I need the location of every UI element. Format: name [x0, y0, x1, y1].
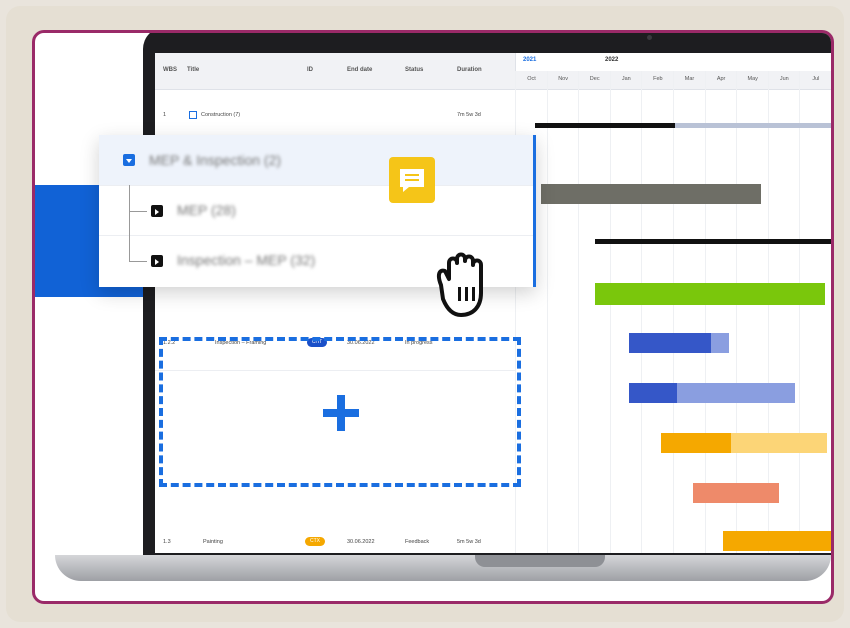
gantt-chart: 2021 2022 Oct Nov Dec Jan Feb Mar Apr May Jun Jul [515, 53, 831, 553]
summary-bar[interactable] [595, 239, 831, 244]
header-end-date[interactable]: End date [347, 67, 372, 73]
popup-row-parent[interactable]: MEP & Inspection (2) [99, 135, 533, 186]
summary-bar-remaining[interactable] [675, 123, 831, 128]
month-label: Oct [527, 76, 536, 82]
popup-row-label: Inspection – MEP (32) [177, 252, 316, 268]
task-bar-blue[interactable] [629, 383, 677, 403]
row-duration: 5m 5w 3d [457, 539, 481, 545]
plus-icon[interactable] [321, 393, 361, 433]
row-duration: 7m 5w 3d [457, 112, 481, 118]
month-column: Mar [673, 71, 705, 553]
gantt-year-header: 2021 2022 [515, 53, 831, 72]
task-bar-green[interactable] [595, 283, 825, 305]
hand-cursor-icon [436, 252, 483, 317]
month-label: Apr [716, 76, 726, 82]
expand-chevron-icon[interactable] [151, 255, 163, 267]
month-label: Jan [621, 76, 631, 82]
laptop-base [55, 555, 831, 581]
tree-connector [129, 211, 147, 212]
month-label: Jul [812, 76, 820, 82]
popup-row-label: MEP (28) [177, 202, 236, 218]
month-label: Feb [653, 76, 663, 82]
month-column: Nov [546, 71, 579, 553]
year-label: 2022 [605, 57, 619, 63]
task-bar-orange[interactable] [723, 531, 831, 551]
task-bar-blue[interactable] [629, 333, 711, 353]
task-bar-blue-remaining[interactable] [711, 333, 729, 353]
header-title[interactable]: Title [187, 67, 199, 73]
month-label: Mar [684, 76, 695, 82]
task-bar-gray[interactable] [541, 184, 761, 204]
year-label: 2021 [523, 57, 537, 63]
month-column: Apr [704, 71, 737, 553]
row-status: Feedback [405, 539, 430, 545]
task-bar-salmon[interactable] [693, 483, 779, 503]
table-row[interactable]: 1.3 Painting CTX 30.06.2022 Feedback 5m … [155, 517, 515, 553]
month-column: Feb [641, 71, 673, 553]
task-bar-blue-remaining[interactable] [677, 383, 795, 403]
popup-row-child[interactable]: MEP (28) [99, 185, 533, 261]
status-badge: CTX [305, 537, 325, 546]
month-label: Jun [779, 76, 789, 82]
illustration-frame: WBS Title ID End date Status Duration 1 … [32, 30, 834, 604]
month-column: Jul [799, 71, 831, 553]
header-duration[interactable]: Duration [457, 67, 482, 73]
task-bar-orange-remaining[interactable] [731, 433, 827, 453]
month-column: Dec [578, 71, 610, 553]
collapse-chevron-icon[interactable] [189, 111, 197, 119]
month-column: Jan [609, 71, 642, 553]
laptop-notch [475, 555, 605, 567]
month-label: Dec [589, 76, 600, 82]
summary-bar-progress[interactable] [535, 123, 675, 128]
comment-icon[interactable] [389, 157, 435, 203]
header-wbs[interactable]: WBS [163, 67, 177, 73]
popup-row-label: MEP & Inspection (2) [149, 152, 282, 168]
expand-chevron-icon[interactable] [151, 205, 163, 217]
row-wbs: 1.3 [163, 539, 171, 545]
row-title: Construction (7) [201, 112, 241, 118]
tree-connector [129, 261, 147, 262]
table-row[interactable]: 1 Construction (7) 7m 5w 3d [155, 90, 515, 141]
row-title: Painting [203, 539, 223, 545]
row-wbs: 1 [163, 112, 167, 118]
task-bar-orange[interactable] [661, 433, 731, 453]
month-label: May [747, 76, 758, 82]
month-column: Jun [767, 71, 800, 553]
header-id[interactable]: ID [307, 67, 313, 73]
month-column: May [736, 71, 768, 553]
month-label: Nov [558, 76, 568, 82]
row-end-date: 30.06.2022 [347, 539, 375, 545]
table-header: WBS Title ID End date Status Duration [155, 53, 515, 90]
collapse-chevron-icon[interactable] [123, 154, 135, 166]
header-status[interactable]: Status [405, 67, 423, 73]
laptop-camera [647, 35, 652, 40]
